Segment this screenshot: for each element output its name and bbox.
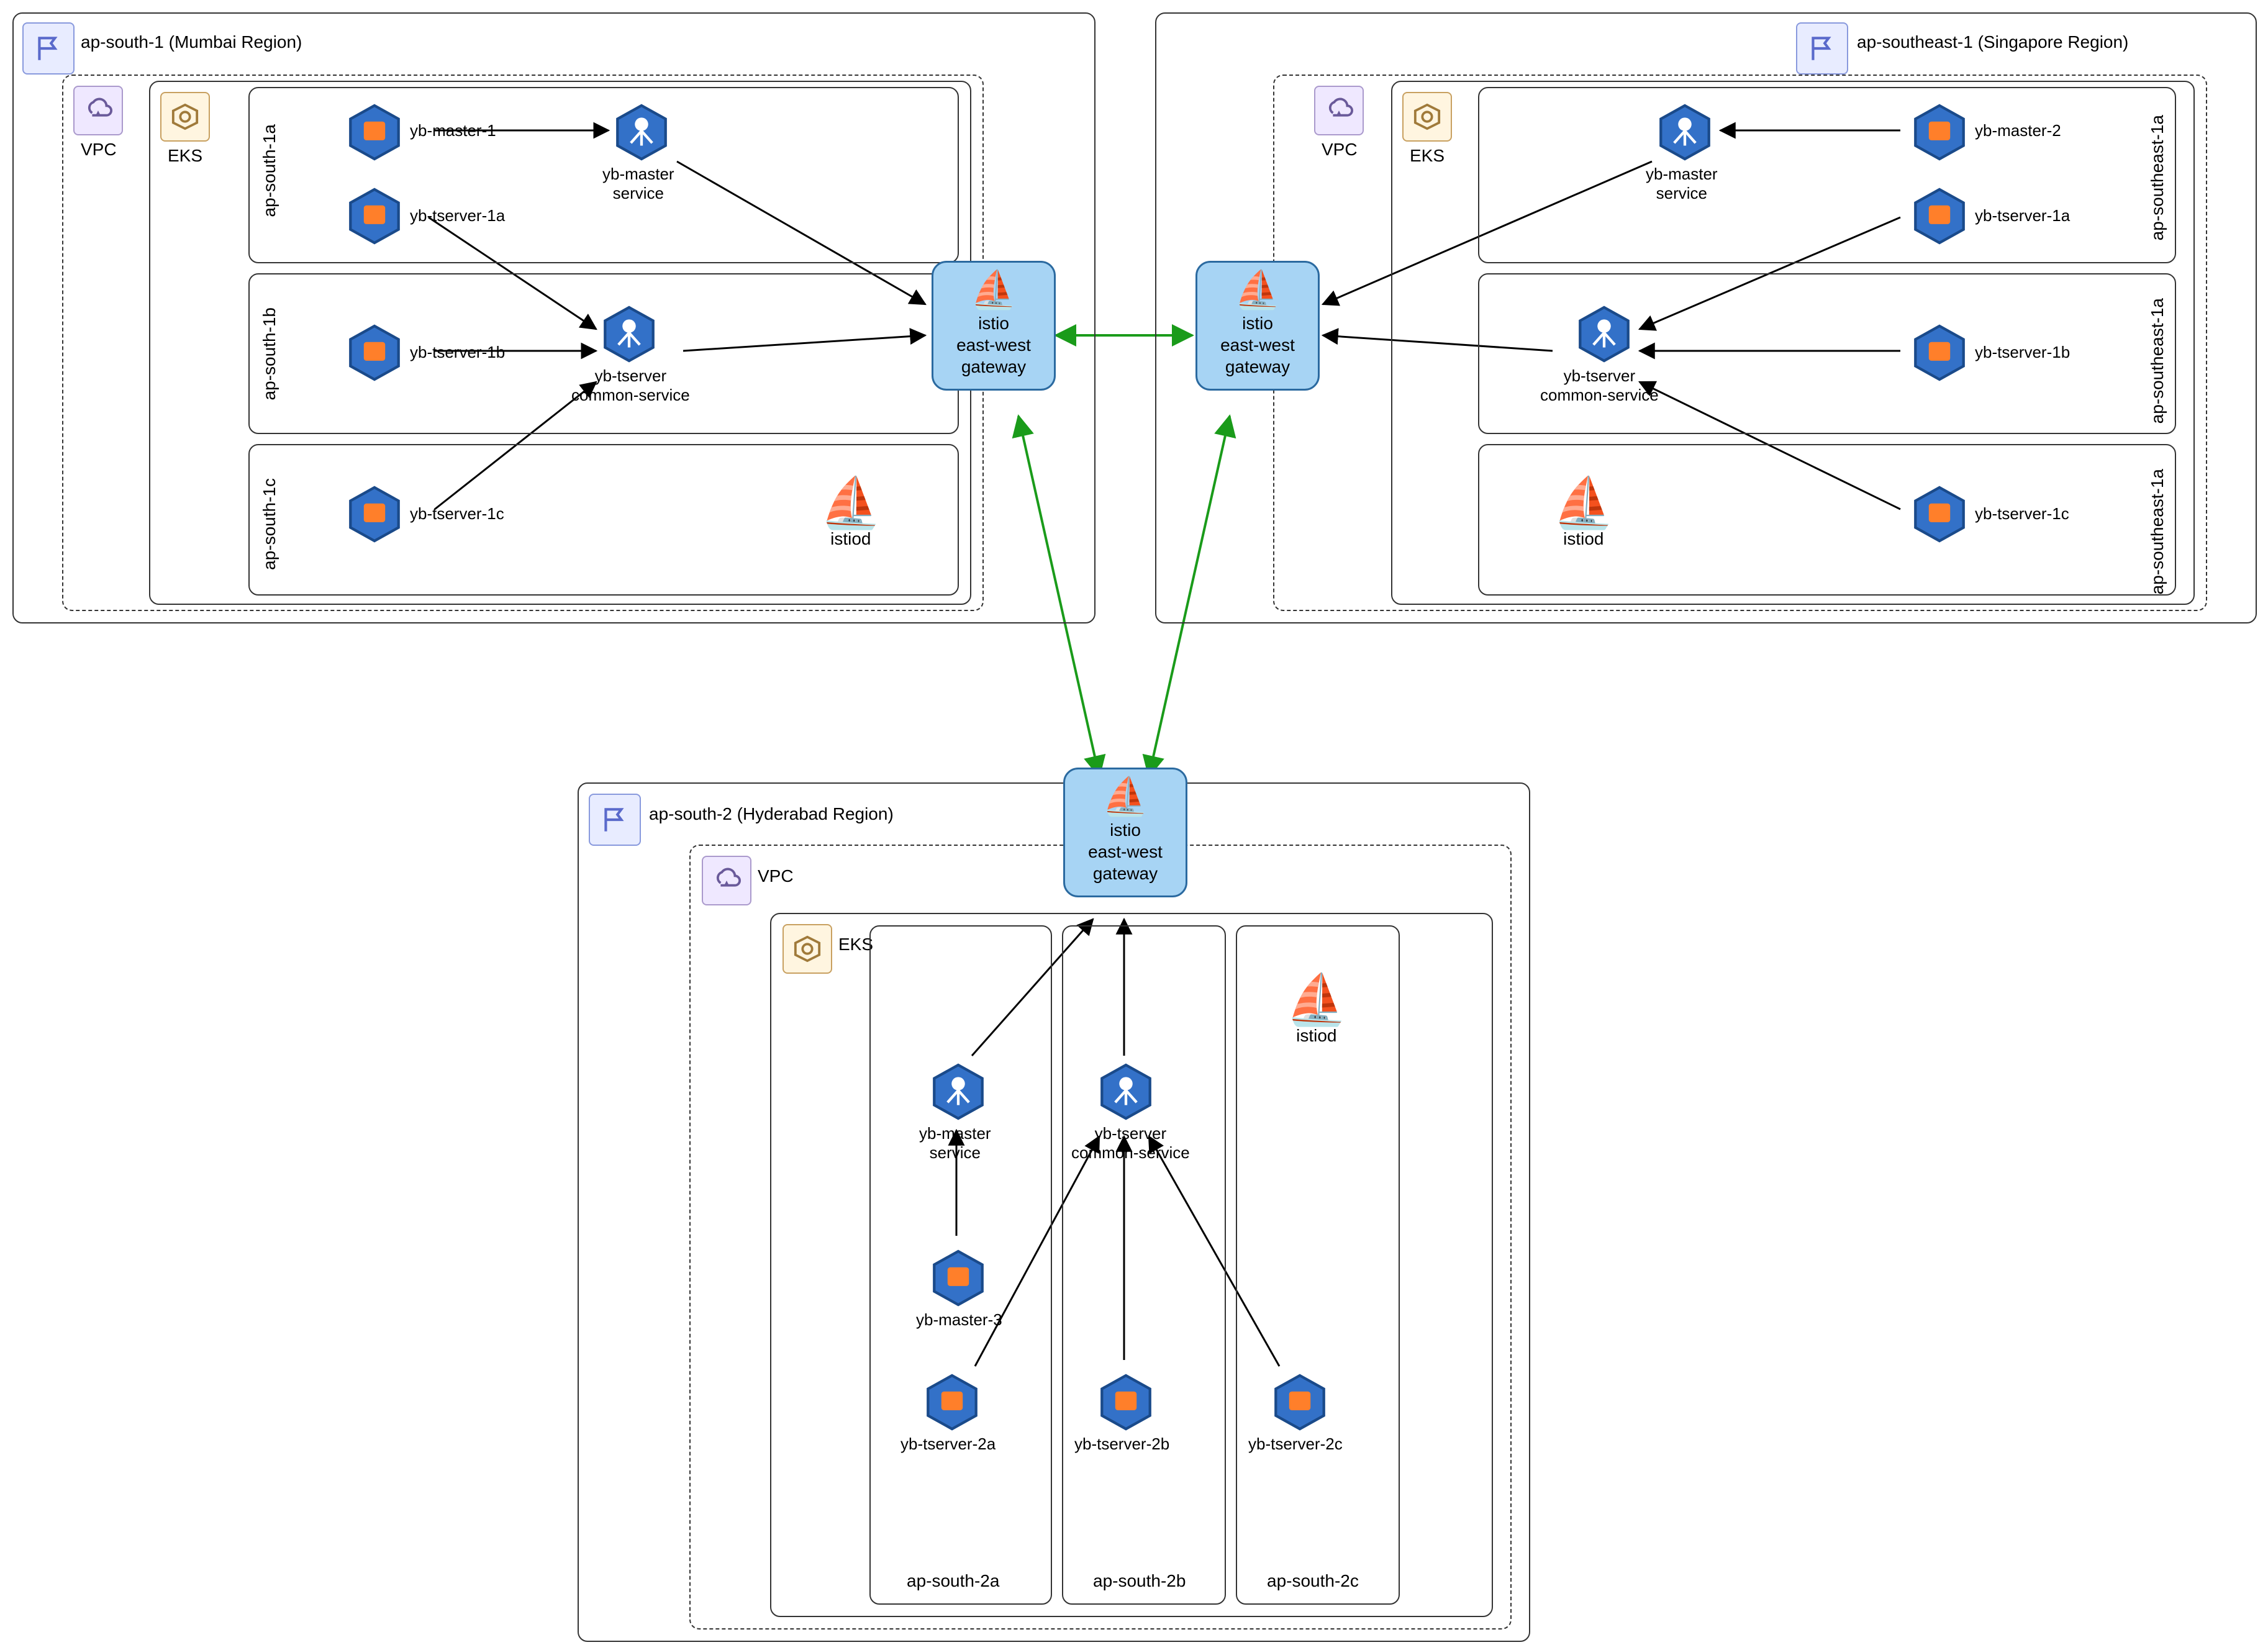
node-label: yb-master-2 xyxy=(1975,121,2061,140)
pod-icon xyxy=(1913,186,1966,246)
az-label: ap-south-2c xyxy=(1267,1571,1359,1591)
node-label: yb-tserver-1c xyxy=(1975,504,2069,524)
pod-icon xyxy=(1099,1372,1153,1432)
node-label: yb-tserver-2a xyxy=(900,1435,996,1454)
pod-icon xyxy=(348,186,401,246)
node-label: yb-tserver common-service xyxy=(1071,1124,1190,1163)
vpc-icon xyxy=(73,86,123,135)
az-label: ap-southeast-1a xyxy=(2148,115,2167,240)
pod-icon xyxy=(348,484,401,544)
az-label: ap-southeast-1a xyxy=(2148,469,2167,594)
istiod-icon: ⛵istiod xyxy=(1286,975,1348,1045)
az-label: ap-south-2b xyxy=(1093,1571,1186,1591)
az-sg-a xyxy=(1478,87,2176,263)
region-title: ap-southeast-1 (Singapore Region) xyxy=(1857,32,2128,52)
node-label: yb-master service xyxy=(602,165,674,203)
pod-icon xyxy=(1913,484,1966,544)
gateway-label: istio east-west gateway xyxy=(937,312,1050,378)
vpc-icon xyxy=(1314,86,1364,135)
eks-label: EKS xyxy=(168,146,202,166)
eks-icon xyxy=(160,92,210,142)
node-label: yb-tserver-1b xyxy=(1975,343,2070,362)
node-label: yb-master-1 xyxy=(410,121,496,140)
istiod-label: istiod xyxy=(1553,530,1615,548)
gateway-label: istio east-west gateway xyxy=(1201,312,1314,378)
region-title: ap-south-2 (Hyderabad Region) xyxy=(649,804,894,824)
eks-icon xyxy=(1402,92,1452,142)
az-label: ap-south-1a xyxy=(260,124,279,217)
istiod-label: istiod xyxy=(820,530,882,548)
node-label: yb-tserver-2c xyxy=(1248,1435,1343,1454)
istiod-label: istiod xyxy=(1286,1027,1348,1045)
vpc-label: VPC xyxy=(1322,140,1358,160)
node-label: yb-master-3 xyxy=(916,1310,1002,1330)
region-title: ap-south-1 (Mumbai Region) xyxy=(81,32,302,52)
pod-icon xyxy=(932,1248,985,1308)
pod-icon xyxy=(348,323,401,383)
az-label: ap-south-1b xyxy=(260,307,279,400)
gateway-label: istio east-west gateway xyxy=(1069,819,1182,884)
flag-icon xyxy=(22,22,75,75)
svc-icon xyxy=(1658,102,1712,162)
node-label: yb-master service xyxy=(919,1124,991,1163)
istiod-icon: ⛵istiod xyxy=(820,478,882,548)
vpc-label: VPC xyxy=(81,140,117,160)
sail-icon: ⛵ xyxy=(1201,271,1314,309)
istio-gateway-hyd: ⛵ istio east-west gateway xyxy=(1063,768,1187,897)
sail-icon: ⛵ xyxy=(937,271,1050,309)
az-label: ap-southeast-1a xyxy=(2148,298,2167,424)
pod-icon xyxy=(348,102,401,162)
svc-icon xyxy=(1099,1062,1153,1122)
eks-label: EKS xyxy=(1410,146,1445,166)
svc-icon xyxy=(602,304,656,364)
svc-icon xyxy=(615,102,668,162)
pod-icon xyxy=(1273,1372,1327,1432)
eks-label: EKS xyxy=(838,935,873,954)
node-label: yb-master service xyxy=(1646,165,1718,203)
pod-icon xyxy=(925,1372,979,1432)
node-label: yb-tserver-1a xyxy=(1975,206,2070,225)
svc-icon xyxy=(1577,304,1631,364)
eks-icon xyxy=(782,924,832,974)
pod-icon xyxy=(1913,102,1966,162)
istio-gateway-singapore: ⛵ istio east-west gateway xyxy=(1195,261,1320,391)
svc-icon xyxy=(932,1062,985,1122)
node-label: yb-tserver common-service xyxy=(1540,366,1659,405)
node-label: yb-tserver common-service xyxy=(571,366,690,405)
node-label: yb-tserver-1c xyxy=(410,504,504,524)
istiod-icon: ⛵istiod xyxy=(1553,478,1615,548)
az-label: ap-south-1c xyxy=(260,478,279,570)
az-label: ap-south-2a xyxy=(907,1571,999,1591)
flag-icon xyxy=(589,794,641,846)
vpc-icon xyxy=(702,856,751,905)
sail-icon: ⛵ xyxy=(1069,778,1182,815)
vpc-label: VPC xyxy=(758,866,794,886)
node-label: yb-tserver-2b xyxy=(1074,1435,1169,1454)
node-label: yb-tserver-1a xyxy=(410,206,505,225)
pod-icon xyxy=(1913,323,1966,383)
az-hyd-b xyxy=(1062,925,1226,1605)
istio-gateway-mumbai: ⛵ istio east-west gateway xyxy=(932,261,1056,391)
node-label: yb-tserver-1b xyxy=(410,343,505,362)
flag-icon xyxy=(1796,22,1848,75)
